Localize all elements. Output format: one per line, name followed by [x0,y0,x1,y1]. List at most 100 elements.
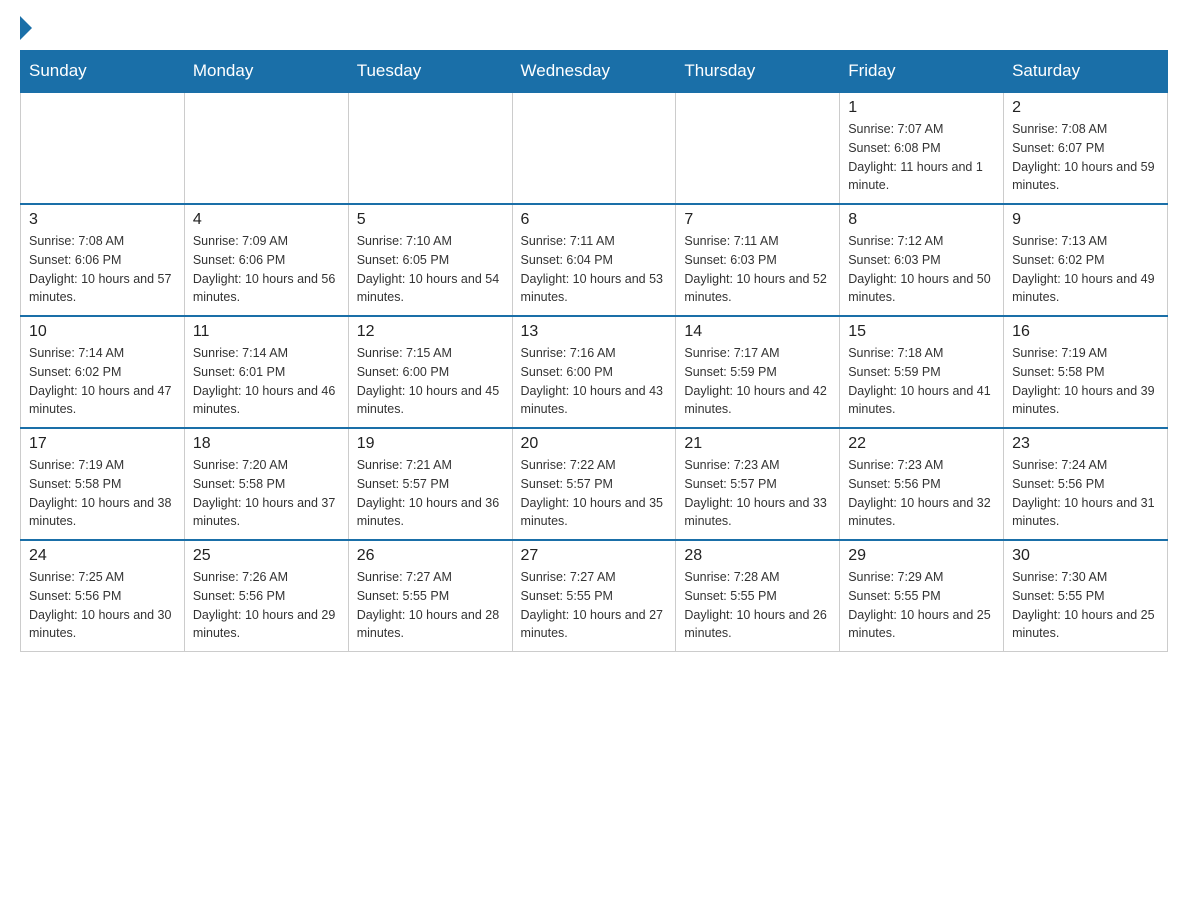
calendar-cell: 10 Sunrise: 7:14 AMSunset: 6:02 PMDayligh… [21,316,185,428]
calendar-week-row: 24 Sunrise: 7:25 AMSunset: 5:56 PMDayligh… [21,540,1168,652]
calendar-cell: 13Sunrise: 7:16 AMSunset: 6:00 PMDayligh… [512,316,676,428]
day-info: Sunrise: 7:22 AMSunset: 5:57 PMDaylight:… [521,456,668,531]
calendar-cell: 30 Sunrise: 7:30 AMSunset: 5:55 PMDayligh… [1004,540,1168,652]
day-info: Sunrise: 7:13 AMSunset: 6:02 PMDaylight:… [1012,232,1159,307]
page-header [20,20,1168,40]
day-number: 3 [29,211,176,229]
calendar-cell: 4 Sunrise: 7:09 AMSunset: 6:06 PMDaylight… [184,204,348,316]
calendar-cell: 29 Sunrise: 7:29 AMSunset: 5:55 PMDayligh… [840,540,1004,652]
calendar-cell: 28 Sunrise: 7:28 AMSunset: 5:55 PMDayligh… [676,540,840,652]
day-info: Sunrise: 7:28 AMSunset: 5:55 PMDaylight:… [684,568,831,643]
day-number: 14 [684,323,831,341]
day-info: Sunrise: 7:27 AMSunset: 5:55 PMDaylight:… [357,568,504,643]
day-number: 18 [193,435,340,453]
calendar-cell: 20 Sunrise: 7:22 AMSunset: 5:57 PMDayligh… [512,428,676,540]
day-info: Sunrise: 7:29 AMSunset: 5:55 PMDaylight:… [848,568,995,643]
day-number: 20 [521,435,668,453]
calendar-cell: 8 Sunrise: 7:12 AMSunset: 6:03 PMDaylight… [840,204,1004,316]
calendar-cell: 26 Sunrise: 7:27 AMSunset: 5:55 PMDayligh… [348,540,512,652]
day-info: Sunrise: 7:09 AMSunset: 6:06 PMDaylight:… [193,232,340,307]
calendar-cell: 22 Sunrise: 7:23 AMSunset: 5:56 PMDayligh… [840,428,1004,540]
day-number: 17 [29,435,176,453]
day-number: 26 [357,547,504,565]
day-info: Sunrise: 7:11 AMSunset: 6:04 PMDaylight:… [521,232,668,307]
calendar-cell [184,92,348,204]
day-number: 27 [521,547,668,565]
calendar-cell: 15 Sunrise: 7:18 AMSunset: 5:59 PMDayligh… [840,316,1004,428]
logo-arrow-icon [20,16,32,40]
calendar-cell: 24 Sunrise: 7:25 AMSunset: 5:56 PMDayligh… [21,540,185,652]
day-info: Sunrise: 7:23 AMSunset: 5:57 PMDaylight:… [684,456,831,531]
day-number: 9 [1012,211,1159,229]
day-number: 24 [29,547,176,565]
day-number: 29 [848,547,995,565]
day-info: Sunrise: 7:10 AMSunset: 6:05 PMDaylight:… [357,232,504,307]
day-number: 6 [521,211,668,229]
calendar-cell: 7 Sunrise: 7:11 AMSunset: 6:03 PMDaylight… [676,204,840,316]
calendar-cell: 14 Sunrise: 7:17 AMSunset: 5:59 PMDayligh… [676,316,840,428]
calendar-week-row: 3 Sunrise: 7:08 AMSunset: 6:06 PMDaylight… [21,204,1168,316]
calendar-cell: 6 Sunrise: 7:11 AMSunset: 6:04 PMDaylight… [512,204,676,316]
calendar-cell: 3 Sunrise: 7:08 AMSunset: 6:06 PMDaylight… [21,204,185,316]
calendar-header-row: SundayMondayTuesdayWednesdayThursdayFrid… [21,51,1168,93]
day-number: 8 [848,211,995,229]
calendar-cell: 17 Sunrise: 7:19 AMSunset: 5:58 PMDayligh… [21,428,185,540]
day-info: Sunrise: 7:24 AMSunset: 5:56 PMDaylight:… [1012,456,1159,531]
day-number: 22 [848,435,995,453]
calendar-header-friday: Friday [840,51,1004,93]
day-number: 28 [684,547,831,565]
day-number: 2 [1012,99,1159,117]
day-info: Sunrise: 7:08 AMSunset: 6:06 PMDaylight:… [29,232,176,307]
day-number: 21 [684,435,831,453]
calendar-week-row: 1Sunrise: 7:07 AMSunset: 6:08 PMDaylight… [21,92,1168,204]
calendar-cell: 25 Sunrise: 7:26 AMSunset: 5:56 PMDayligh… [184,540,348,652]
calendar-cell: 1Sunrise: 7:07 AMSunset: 6:08 PMDaylight… [840,92,1004,204]
calendar-header-monday: Monday [184,51,348,93]
day-info: Sunrise: 7:20 AMSunset: 5:58 PMDaylight:… [193,456,340,531]
calendar-cell [21,92,185,204]
day-info: Sunrise: 7:19 AMSunset: 5:58 PMDaylight:… [1012,344,1159,419]
day-number: 1 [848,99,995,117]
calendar-header-wednesday: Wednesday [512,51,676,93]
day-info: Sunrise: 7:12 AMSunset: 6:03 PMDaylight:… [848,232,995,307]
day-number: 30 [1012,547,1159,565]
day-number: 15 [848,323,995,341]
day-number: 12 [357,323,504,341]
calendar-week-row: 17 Sunrise: 7:19 AMSunset: 5:58 PMDayligh… [21,428,1168,540]
day-info: Sunrise: 7:19 AMSunset: 5:58 PMDaylight:… [29,456,176,531]
calendar-cell: 2Sunrise: 7:08 AMSunset: 6:07 PMDaylight… [1004,92,1168,204]
calendar-cell: 9 Sunrise: 7:13 AMSunset: 6:02 PMDaylight… [1004,204,1168,316]
day-number: 4 [193,211,340,229]
day-info: Sunrise: 7:14 AMSunset: 6:02 PMDaylight:… [29,344,176,419]
day-info: Sunrise: 7:27 AMSunset: 5:55 PMDaylight:… [521,568,668,643]
day-info: Sunrise: 7:30 AMSunset: 5:55 PMDaylight:… [1012,568,1159,643]
calendar-cell: 11 Sunrise: 7:14 AMSunset: 6:01 PMDayligh… [184,316,348,428]
day-number: 5 [357,211,504,229]
day-number: 7 [684,211,831,229]
day-number: 25 [193,547,340,565]
calendar-table: SundayMondayTuesdayWednesdayThursdayFrid… [20,50,1168,652]
logo [20,20,32,40]
calendar-cell: 12Sunrise: 7:15 AMSunset: 6:00 PMDayligh… [348,316,512,428]
calendar-cell: 5 Sunrise: 7:10 AMSunset: 6:05 PMDaylight… [348,204,512,316]
day-info: Sunrise: 7:17 AMSunset: 5:59 PMDaylight:… [684,344,831,419]
day-number: 11 [193,323,340,341]
day-info: Sunrise: 7:25 AMSunset: 5:56 PMDaylight:… [29,568,176,643]
day-info: Sunrise: 7:26 AMSunset: 5:56 PMDaylight:… [193,568,340,643]
day-info: Sunrise: 7:23 AMSunset: 5:56 PMDaylight:… [848,456,995,531]
day-info: Sunrise: 7:11 AMSunset: 6:03 PMDaylight:… [684,232,831,307]
calendar-cell: 27 Sunrise: 7:27 AMSunset: 5:55 PMDayligh… [512,540,676,652]
calendar-header-tuesday: Tuesday [348,51,512,93]
day-number: 23 [1012,435,1159,453]
calendar-cell [676,92,840,204]
day-info: Sunrise: 7:14 AMSunset: 6:01 PMDaylight:… [193,344,340,419]
calendar-cell: 19Sunrise: 7:21 AMSunset: 5:57 PMDayligh… [348,428,512,540]
calendar-header-sunday: Sunday [21,51,185,93]
calendar-week-row: 10 Sunrise: 7:14 AMSunset: 6:02 PMDayligh… [21,316,1168,428]
day-number: 10 [29,323,176,341]
day-number: 13 [521,323,668,341]
calendar-cell: 23 Sunrise: 7:24 AMSunset: 5:56 PMDayligh… [1004,428,1168,540]
calendar-cell: 18 Sunrise: 7:20 AMSunset: 5:58 PMDayligh… [184,428,348,540]
day-info: Sunrise: 7:18 AMSunset: 5:59 PMDaylight:… [848,344,995,419]
day-number: 16 [1012,323,1159,341]
